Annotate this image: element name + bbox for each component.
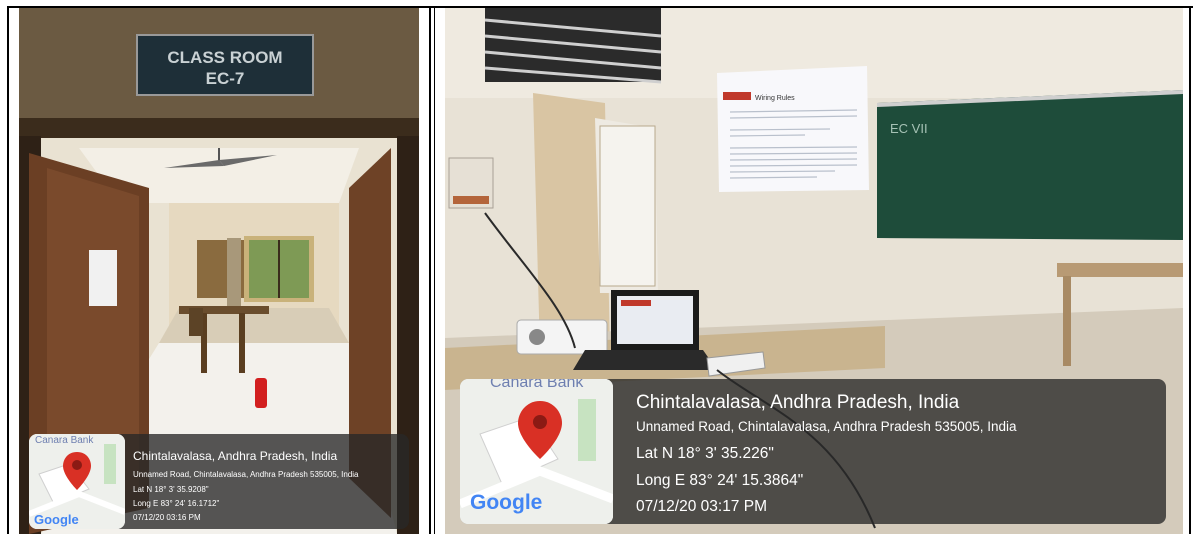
board-text: EC VII bbox=[890, 121, 928, 136]
map-poi-label-right: Canara Bank bbox=[490, 379, 584, 391]
longitude-left: Long E 83° 24' 16.1712" bbox=[133, 499, 220, 508]
place-name-right: Chintalavalasa, Andhra Pradesh, India bbox=[636, 392, 960, 413]
table-middle-border bbox=[429, 6, 431, 534]
google-logo-left: Google bbox=[34, 512, 79, 527]
place-name-left: Chintalavalasa, Andhra Pradesh, India bbox=[133, 449, 338, 463]
gps-overlay-right: Canara Bank Google Chintalavalasa, Andhr… bbox=[460, 379, 1166, 524]
sign-line-2: EC-7 bbox=[206, 69, 245, 88]
latitude-left: Lat N 18° 3' 35.9208" bbox=[133, 485, 209, 494]
google-logo-right: Google bbox=[470, 491, 543, 514]
latitude-right: Lat N 18° 3' 35.226" bbox=[636, 445, 774, 462]
gps-overlay-left: Canara Bank Google Chintalavalasa, Andhr… bbox=[29, 434, 409, 529]
left-classroom-photo: CLASS ROOM EC-7 Canara Bank Google Chint… bbox=[19, 8, 419, 534]
map-thumbnail-left: Canara Bank Google bbox=[29, 434, 125, 529]
address-right: Unnamed Road, Chintalavalasa, Andhra Pra… bbox=[636, 419, 1017, 434]
photo-table: CLASS ROOM EC-7 Canara Bank Google Chint… bbox=[0, 0, 1193, 534]
address-left: Unnamed Road, Chintalavalasa, Andhra Pra… bbox=[133, 470, 359, 479]
table-left-border bbox=[7, 6, 9, 534]
map-thumbnail-right: Canara Bank Google bbox=[460, 379, 613, 524]
longitude-right: Long E 83° 24' 15.3864" bbox=[636, 472, 804, 489]
sign-line-1: CLASS ROOM bbox=[167, 48, 282, 67]
datetime-left: 07/12/20 03:16 PM bbox=[133, 513, 201, 522]
right-classroom-photo: Wiring Rules EC VII Canara Bank Google C… bbox=[445, 8, 1183, 534]
table-right-border bbox=[1189, 6, 1191, 534]
map-poi-label-left: Canara Bank bbox=[35, 435, 94, 446]
slide-title: Wiring Rules bbox=[755, 95, 795, 102]
datetime-right: 07/12/20 03:17 PM bbox=[636, 498, 767, 515]
table-middle-border-2 bbox=[434, 6, 435, 534]
